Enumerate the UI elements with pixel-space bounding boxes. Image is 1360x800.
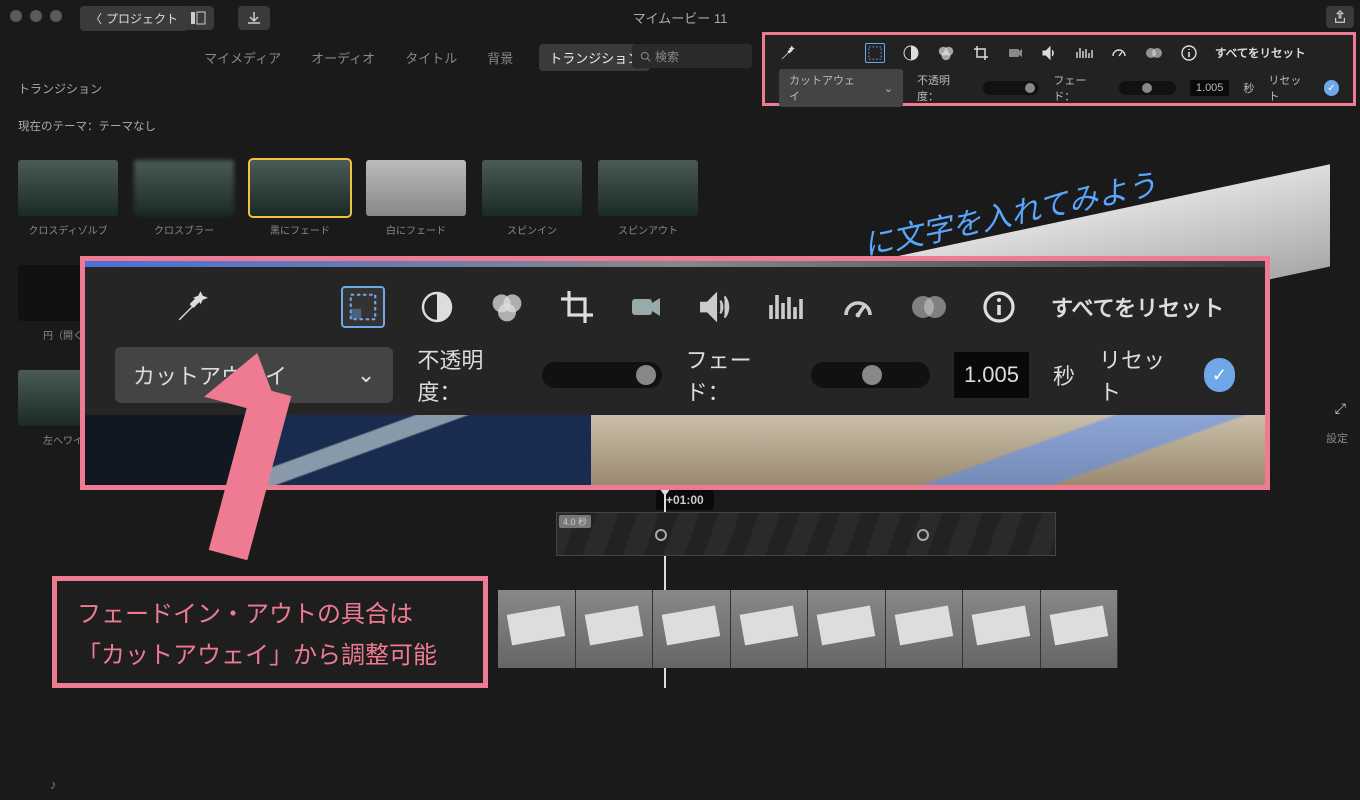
app-root: 〈 プロジェクト マイムービー 11 マイメディア オーディオ タイトル 背景 … [0, 0, 1360, 800]
settings-label[interactable]: 設定 [1326, 430, 1348, 446]
opacity-label: 不透明度： [417, 343, 518, 407]
search-input[interactable]: 検索 [632, 44, 752, 68]
thumb-label: 白にフェード [366, 222, 466, 237]
chevron-down-icon: ⌄ [884, 82, 893, 95]
chevron-down-icon: ⌄ [357, 362, 375, 388]
reset-all-button[interactable]: すべてをリセット [1051, 291, 1224, 323]
annotation-line1: フェードイン・アウトの具合は [77, 595, 463, 636]
filter-icon[interactable] [911, 292, 947, 322]
noise-icon[interactable] [1075, 46, 1093, 60]
transition-item[interactable]: 白にフェード [366, 160, 466, 237]
fade-label: フェード： [686, 343, 787, 407]
apply-check-icon[interactable]: ✓ [1204, 358, 1235, 392]
stabilize-icon[interactable] [1007, 46, 1023, 60]
theme-label: 現在のテーマ：テーマなし [18, 118, 156, 134]
crop-icon[interactable] [973, 45, 989, 61]
browser-tabs: マイメディア オーディオ タイトル 背景 トランジション [200, 44, 650, 71]
crop-icon[interactable] [561, 291, 593, 323]
tab-audio[interactable]: オーディオ [307, 44, 379, 71]
window-title: マイムービー 11 [0, 8, 1360, 27]
search-icon [640, 51, 651, 62]
inspector-mini-highlight: すべてをリセット カットアウェイ ⌄ 不透明度： フェード： 1.005 秒 リセ… [762, 32, 1356, 106]
colorbalance-icon[interactable] [421, 291, 453, 323]
overlay-select[interactable]: カットアウェイ ⌄ [779, 69, 903, 107]
fade-slider[interactable] [811, 362, 930, 388]
fade-handle[interactable] [655, 529, 667, 541]
music-icon[interactable]: ♪ [50, 777, 57, 792]
tab-mymedia[interactable]: マイメディア [200, 44, 285, 71]
colorcorrect-icon[interactable] [489, 291, 525, 323]
filter-icon[interactable] [1145, 46, 1163, 60]
transition-item[interactable]: スピンアウト [598, 160, 698, 237]
transition-item[interactable]: スピンイン [482, 160, 582, 237]
autoenhance-icon[interactable] [779, 44, 797, 62]
colorbalance-icon[interactable] [903, 45, 919, 61]
transition-item[interactable]: クロスディゾルブ [18, 160, 118, 237]
tab-title[interactable]: タイトル [401, 44, 461, 71]
clip-duration: 4.0 秒 [559, 515, 591, 528]
overlay-select-value: カットアウェイ [789, 72, 860, 104]
fade-slider[interactable] [1119, 81, 1176, 95]
overlay-icon[interactable] [341, 286, 385, 328]
search-placeholder: 検索 [655, 48, 679, 65]
annotation-line2: 「カットアウェイ」から調整可能 [77, 636, 463, 677]
reset-all-button[interactable]: すべてをリセット [1215, 45, 1306, 61]
fade-unit: 秒 [1243, 80, 1254, 96]
timeline-main-track[interactable] [498, 590, 1118, 668]
thumb-label: スピンイン [482, 222, 582, 237]
info-icon[interactable] [983, 291, 1015, 323]
overlay-icon[interactable] [865, 43, 885, 63]
stabilize-icon[interactable] [629, 293, 663, 321]
colorcorrect-icon[interactable] [937, 45, 955, 61]
overlay-clip[interactable]: 4.0 秒 [556, 512, 1056, 556]
thumb-label: スピンアウト [598, 222, 698, 237]
fade-value[interactable]: 1.005 [954, 352, 1029, 398]
fade-label: フェード： [1053, 72, 1105, 104]
noise-icon[interactable] [769, 293, 805, 321]
speed-icon[interactable] [841, 291, 875, 323]
thumb-label: クロスディゾルブ [18, 222, 118, 237]
annotation-arrow [230, 388, 270, 558]
timeline-overlay-track[interactable]: +01:00 4.0 秒 [556, 512, 1056, 556]
fade-handle[interactable] [917, 529, 929, 541]
fade-unit: 秒 [1053, 359, 1075, 391]
share-icon [1333, 10, 1347, 24]
info-icon[interactable] [1181, 45, 1197, 61]
speed-icon[interactable] [1111, 45, 1127, 61]
transition-item[interactable]: 黒にフェード [250, 160, 350, 237]
section-label: トランジション [18, 80, 102, 97]
transition-item[interactable]: クロスブラー [134, 160, 234, 237]
thumb-label: クロスブラー [134, 222, 234, 237]
fade-value[interactable]: 1.005 [1190, 80, 1230, 96]
volume-icon[interactable] [1041, 46, 1057, 60]
opacity-slider[interactable] [542, 362, 661, 388]
annotation-box: フェードイン・アウトの具合は 「カットアウェイ」から調整可能 [52, 576, 488, 688]
share-button[interactable] [1326, 6, 1354, 28]
thumb-label: 黒にフェード [250, 222, 350, 237]
expand-icon[interactable]: ⤢ [1335, 400, 1346, 417]
reset-button[interactable]: リセット [1099, 343, 1180, 407]
reset-button[interactable]: リセット [1268, 72, 1310, 104]
volume-icon[interactable] [699, 292, 733, 322]
opacity-label: 不透明度： [917, 72, 969, 104]
opacity-slider[interactable] [983, 81, 1040, 95]
apply-check-icon[interactable]: ✓ [1324, 80, 1339, 96]
tab-bg[interactable]: 背景 [483, 44, 517, 71]
autoenhance-icon[interactable] [175, 290, 209, 324]
